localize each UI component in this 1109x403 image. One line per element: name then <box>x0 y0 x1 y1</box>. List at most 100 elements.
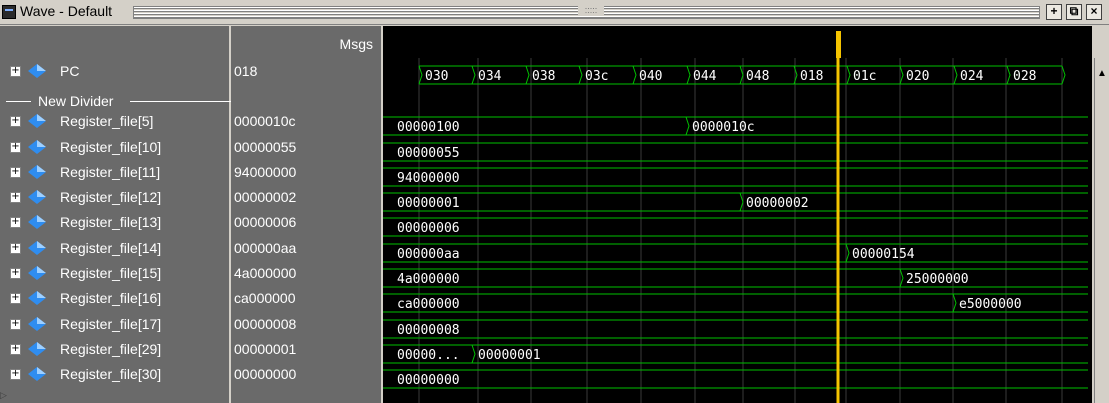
expand-icon[interactable]: + <box>10 142 21 153</box>
expand-icon[interactable]: + <box>10 192 21 203</box>
signal-row[interactable]: + Register_file[10] <box>0 134 229 160</box>
expand-icon[interactable]: + <box>10 66 21 77</box>
signal-value-row[interactable]: 00000055 <box>231 134 381 160</box>
signal-name: Register_file[5] <box>60 113 154 129</box>
signal-values-panel: 018 0000010c 00000055 94000000 00000002 00000… <box>231 58 383 403</box>
dock-button[interactable]: + <box>1046 4 1062 20</box>
expand-icon[interactable]: + <box>10 116 21 127</box>
bus-value-label: 018 <box>800 69 823 84</box>
signal-diamond-icon <box>28 215 46 229</box>
signal-value: 00000008 <box>234 316 297 332</box>
bus-value-label: 01c <box>853 69 876 84</box>
bus-transition <box>578 65 583 85</box>
signal-row[interactable]: + Register_file[5] <box>0 108 229 134</box>
signal-value: 94000000 <box>234 164 297 180</box>
signal-diamond-icon <box>28 342 46 356</box>
signal-diamond-icon <box>28 317 46 331</box>
signal-value: 00000001 <box>234 341 297 357</box>
wave-panel[interactable]: 030 034 038 03c 040 044 048 018 01c 020 024 028 0000… <box>383 58 1092 403</box>
bus-value-label: 048 <box>746 69 769 84</box>
wave-time-header[interactable] <box>383 26 1092 58</box>
divider-label: New Divider <box>38 93 114 109</box>
signal-row[interactable]: + Register_file[13] <box>0 209 229 235</box>
signal-value-row[interactable]: 00000008 <box>231 311 381 337</box>
expand-icon[interactable]: + <box>10 167 21 178</box>
signal-diamond-icon <box>28 64 46 78</box>
signal-value-row[interactable]: 0000010c <box>231 108 381 134</box>
signal-value-row[interactable]: 94000000 <box>231 159 381 185</box>
undock-button[interactable]: ⧉ <box>1066 4 1082 20</box>
bus-value-label: 00000006 <box>397 221 460 236</box>
signal-name: Register_file[29] <box>60 341 162 357</box>
signal-row[interactable]: + Register_file[30] <box>0 361 229 387</box>
expand-icon[interactable]: + <box>10 344 21 355</box>
waveform-canvas[interactable]: 030 034 038 03c 040 044 048 018 01c 020 024 028 0000… <box>383 58 1092 403</box>
signal-name: PC <box>60 63 80 79</box>
scroll-up-icon[interactable]: ▲ <box>1096 68 1108 80</box>
time-cursor-handle[interactable] <box>836 31 841 58</box>
bus-value-label: 4a000000 <box>397 272 460 287</box>
signal-name: Register_file[12] <box>60 189 162 205</box>
signal-name: Register_file[15] <box>60 265 162 281</box>
signal-value-row[interactable]: 4a000000 <box>231 260 381 286</box>
expand-icon[interactable]: + <box>10 243 21 254</box>
signal-diamond-icon <box>28 291 46 305</box>
bus-value-label: 00000001 <box>397 196 460 211</box>
close-button[interactable]: × <box>1086 4 1102 20</box>
bus-value-label: 00000154 <box>852 247 915 262</box>
expand-icon[interactable]: + <box>10 268 21 279</box>
vertical-scrollbar[interactable]: ▲ <box>1094 58 1109 403</box>
bus-value-label: 0000010c <box>692 120 755 135</box>
bus-value-label: 038 <box>532 69 555 84</box>
expand-icon[interactable]: + <box>10 217 21 228</box>
signal-names-panel: + PC New Divider + Register_file[5] + Register… <box>0 58 380 403</box>
bus-segment <box>383 217 1088 237</box>
signal-value: 0000010c <box>234 113 296 129</box>
signal-diamond-icon <box>28 140 46 154</box>
expand-icon[interactable]: + <box>10 369 21 380</box>
signal-value-row[interactable]: 00000006 <box>231 209 381 235</box>
signal-value-row[interactable]: 00000000 <box>231 361 381 387</box>
signal-value-row[interactable]: 00000002 <box>231 184 381 210</box>
signal-value: 000000aa <box>234 240 297 256</box>
signal-row[interactable]: + Register_file[15] <box>0 260 229 286</box>
msgs-label: Msgs <box>339 36 373 52</box>
signal-row[interactable]: + Register_file[29] <box>0 336 229 362</box>
signal-row[interactable]: + PC <box>0 58 229 84</box>
expand-icon[interactable]: + <box>10 293 21 304</box>
signal-row[interactable]: + Register_file[11] <box>0 159 229 185</box>
signal-value-row[interactable]: 000000aa <box>231 235 381 261</box>
bus-transition <box>471 344 476 364</box>
bus-value-label: 034 <box>478 69 502 84</box>
bus-value-label: 024 <box>960 69 984 84</box>
bus-value-label: ca000000 <box>397 297 460 312</box>
bus-transition <box>525 65 530 85</box>
signal-diamond-icon <box>28 367 46 381</box>
signal-row[interactable]: + Register_file[14] <box>0 235 229 261</box>
signal-row[interactable]: + Register_file[12] <box>0 184 229 210</box>
bus-value-label: 044 <box>693 69 717 84</box>
bus-transition <box>632 65 637 85</box>
bus-transition <box>953 65 958 85</box>
signal-value-row[interactable]: 00000001 <box>231 336 381 362</box>
names-column-header <box>0 26 231 73</box>
grip-handle-icon[interactable]: ::::: <box>578 5 604 16</box>
bus-transition <box>1006 65 1011 85</box>
bus-transition <box>686 65 691 85</box>
bus-value-label: 03c <box>585 69 608 84</box>
bus-segment <box>383 369 1088 389</box>
signal-value-row[interactable]: ca000000 <box>231 285 381 311</box>
expand-icon[interactable]: + <box>10 319 21 330</box>
signal-value: 00000002 <box>234 189 297 205</box>
signal-row[interactable]: + Register_file[16] <box>0 285 229 311</box>
bus-segment <box>383 319 1088 339</box>
signal-name: Register_file[17] <box>60 316 162 332</box>
signal-row[interactable]: + Register_file[17] <box>0 311 229 337</box>
msgs-column-header: Msgs <box>231 26 383 58</box>
bus-segment <box>383 142 1088 162</box>
signal-value: 00000000 <box>234 366 297 382</box>
bus-value-label: 00000000 <box>397 373 460 388</box>
bus-transition <box>846 65 851 85</box>
window-titlebar[interactable]: Wave - Default ::::: + ⧉ × <box>0 0 1109 25</box>
signal-value-row[interactable]: 018 <box>231 58 381 84</box>
